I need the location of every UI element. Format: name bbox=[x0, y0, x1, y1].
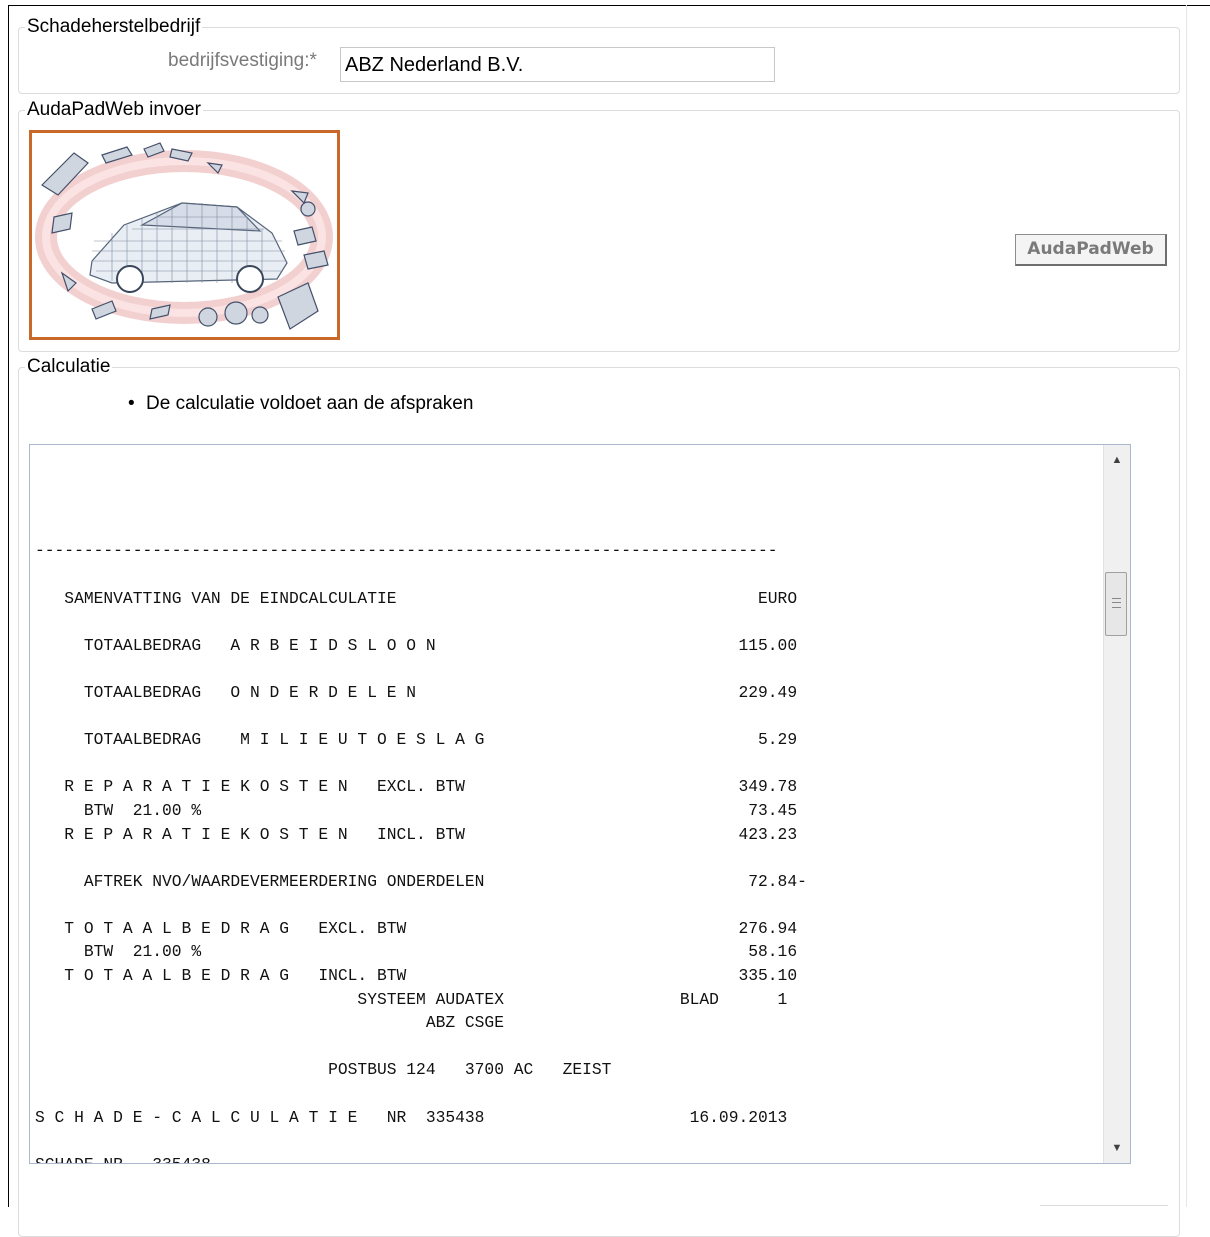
grip-icon bbox=[1112, 598, 1121, 608]
window-frame-right bbox=[1186, 5, 1187, 1207]
scroll-down-arrow-icon[interactable]: ▼ bbox=[1104, 1137, 1130, 1159]
bedrijfsvestiging-label: bedrijfsvestiging:* bbox=[168, 50, 317, 71]
next-panel-edge bbox=[1040, 1205, 1168, 1206]
calculatie-status-item: • De calculatie voldoet aan de afspraken bbox=[128, 393, 473, 415]
schadeherstelbedrijf-legend: Schadeherstelbedrijf bbox=[27, 16, 201, 37]
audapadweb-car-image[interactable] bbox=[29, 130, 340, 340]
calculatie-status-text: De calculatie voldoet aan de afspraken bbox=[146, 393, 474, 414]
bedrijfsvestiging-field[interactable]: ABZ Nederland B.V. bbox=[340, 47, 775, 82]
window-frame-top bbox=[8, 5, 1210, 6]
calculatie-report-textarea[interactable]: ----------------------------------------… bbox=[29, 444, 1131, 1164]
bullet-icon: • bbox=[128, 393, 135, 414]
scroll-thumb[interactable] bbox=[1105, 572, 1127, 636]
audapadweb-button[interactable]: AudaPadWeb bbox=[1015, 234, 1167, 266]
report-vertical-scrollbar[interactable]: ▲ ▼ bbox=[1103, 445, 1130, 1163]
car-wireframe-illustration bbox=[35, 142, 333, 330]
calculatie-legend: Calculatie bbox=[27, 356, 111, 377]
audapadweb-legend: AudaPadWeb invoer bbox=[27, 99, 201, 120]
window-frame-left bbox=[8, 5, 9, 1207]
scroll-up-arrow-icon[interactable]: ▲ bbox=[1104, 449, 1130, 471]
calculatie-report-text: ----------------------------------------… bbox=[35, 541, 807, 1163]
